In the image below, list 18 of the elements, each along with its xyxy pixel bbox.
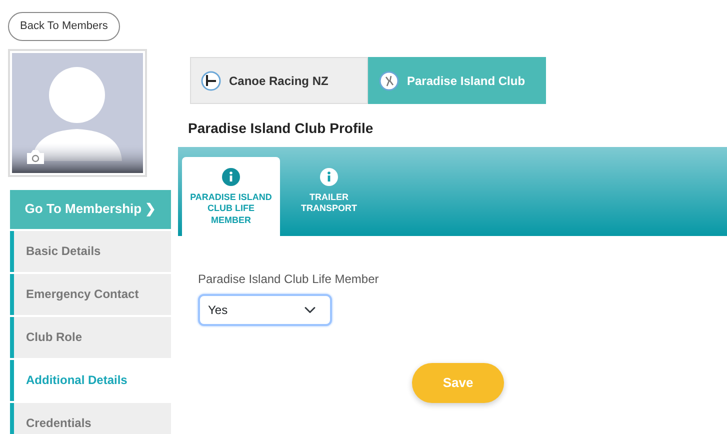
club-tab[interactable]: Canoe Racing NZ (190, 57, 368, 104)
sidebar-item[interactable]: Emergency Contact (10, 274, 171, 314)
section-tab[interactable]: PARADISE ISLAND CLUB LIFE MEMBER (182, 157, 280, 236)
membership-button[interactable]: Go To Membership ❯ (10, 190, 171, 228)
profile-title: Paradise Island Club Profile (188, 119, 374, 138)
section-tab[interactable]: TRAILER TRANSPORT (280, 157, 378, 236)
sidebar-item[interactable]: Basic Details (10, 230, 171, 272)
back-button[interactable]: Back To Members (8, 12, 120, 40)
club-tab[interactable]: Paradise Island Club (368, 57, 546, 104)
sidebar-item[interactable]: Club Role (10, 316, 171, 358)
field-label: Paradise Island Club Life Member (198, 271, 380, 288)
sidebar-item[interactable]: Credentials (10, 402, 171, 434)
club-logo-icon (201, 70, 221, 90)
info-icon (320, 168, 338, 186)
camera-icon[interactable] (26, 148, 45, 164)
club-logo-icon (379, 70, 399, 90)
life-member-select[interactable]: Yes (198, 294, 332, 326)
info-icon (222, 168, 240, 186)
